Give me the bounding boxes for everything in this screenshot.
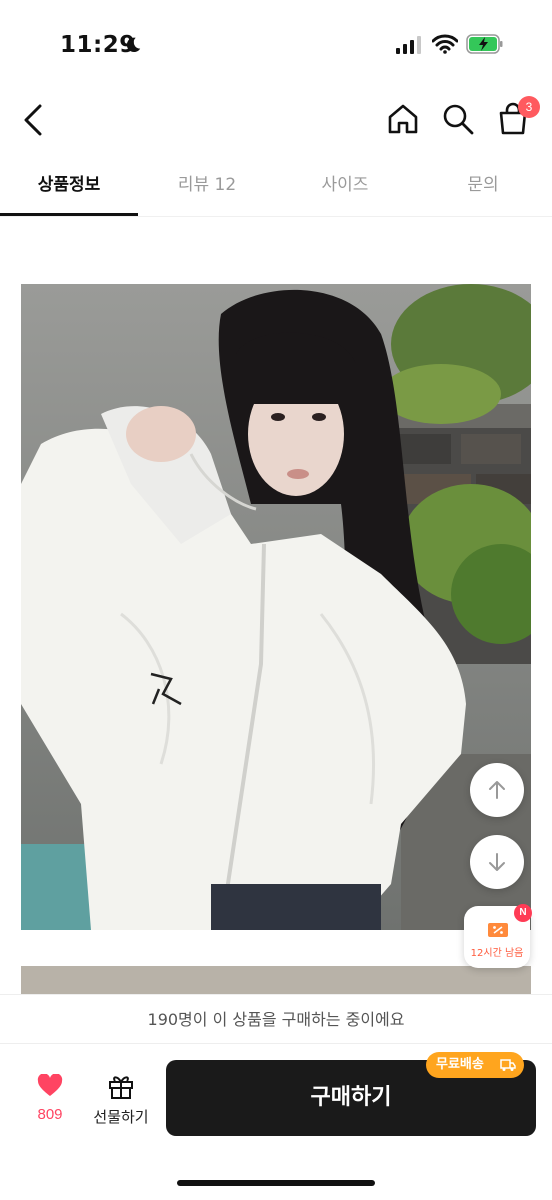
gift-button[interactable]: 선물하기 <box>88 1072 154 1134</box>
purchase-activity-notice: 190명이 이 상품을 구매하는 중이에요 <box>0 994 552 1044</box>
like-count: 809 <box>37 1106 63 1123</box>
battery-charging-icon <box>466 34 503 54</box>
tab-product-info[interactable]: 상품정보 <box>0 160 138 216</box>
product-tabs: 상품정보 리뷰 12 사이즈 문의 <box>0 160 552 218</box>
wifi-icon <box>432 34 458 54</box>
free-shipping-label: 무료배송 <box>436 1057 484 1072</box>
back-icon[interactable] <box>18 100 50 140</box>
gift-label: 선물하기 <box>93 1108 149 1126</box>
home-icon[interactable] <box>386 102 420 136</box>
heart-icon <box>37 1074 63 1096</box>
search-icon[interactable] <box>441 102 475 136</box>
arrow-up-icon <box>489 781 505 799</box>
cart-count-badge: 3 <box>518 96 540 118</box>
scroll-down-button[interactable] <box>470 835 524 889</box>
free-shipping-badge: 무료배송 <box>426 1052 524 1078</box>
like-button[interactable]: 809 <box>24 1074 76 1134</box>
moon-icon <box>126 37 141 53</box>
arrow-down-icon <box>489 853 505 871</box>
tab-reviews[interactable]: 리뷰 12 <box>138 160 276 216</box>
coupon-icon <box>488 923 508 937</box>
tabs-divider <box>0 216 552 217</box>
tab-size[interactable]: 사이즈 <box>276 160 414 216</box>
home-indicator <box>177 1180 375 1186</box>
tab-inquiry[interactable]: 문의 <box>414 160 552 216</box>
coupon-new-badge: N <box>514 904 532 922</box>
gift-icon <box>109 1076 133 1099</box>
cellular-signal-icon <box>396 36 421 54</box>
product-photo <box>21 284 531 930</box>
status-bar: 11:29 <box>0 0 552 80</box>
truck-icon <box>500 1059 516 1071</box>
scroll-up-button[interactable] <box>470 763 524 817</box>
top-navigation <box>0 90 552 150</box>
coupon-time-left: 12시간 남음 <box>470 948 524 959</box>
